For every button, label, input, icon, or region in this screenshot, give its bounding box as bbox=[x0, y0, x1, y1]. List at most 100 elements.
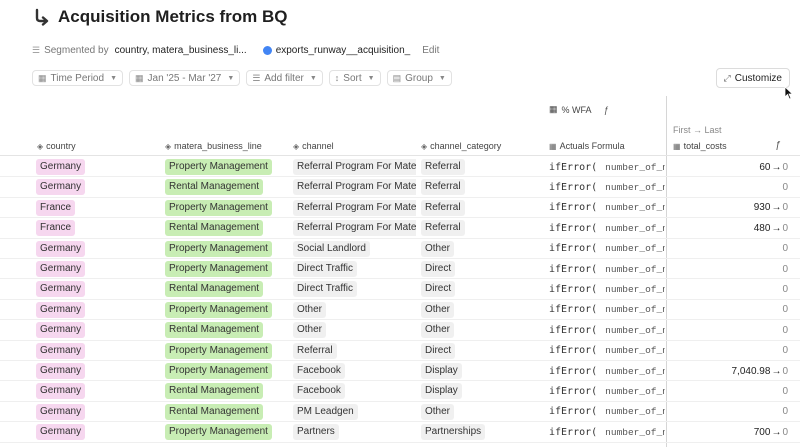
business-line-cell[interactable]: Rental Management bbox=[165, 218, 287, 238]
customize-button[interactable]: ⤢ Customize bbox=[715, 68, 790, 88]
total-costs-cell[interactable]: 700 → 0 bbox=[754, 422, 788, 442]
country-cell[interactable]: Germany bbox=[36, 341, 158, 361]
total-costs-cell[interactable]: 0 bbox=[782, 259, 788, 279]
business-line-cell[interactable]: Rental Management bbox=[165, 320, 287, 340]
total-costs-cell[interactable]: 0 bbox=[782, 300, 788, 320]
actuals-formula-cell[interactable]: ifError(number_of_new_ bbox=[549, 279, 665, 299]
channel-category-cell[interactable]: Other bbox=[421, 402, 541, 422]
country-cell[interactable]: France bbox=[36, 218, 158, 238]
channel-category-cell[interactable]: Referral bbox=[421, 198, 541, 218]
source-name[interactable]: exports_runway__acquisition_ bbox=[276, 45, 411, 56]
column-header-channel[interactable]: ◈ channel bbox=[293, 141, 334, 151]
total-costs-cell[interactable]: 0 bbox=[782, 177, 788, 197]
table-row[interactable]: Germany Rental Management Direct Traffic Di… bbox=[0, 279, 800, 300]
total-costs-cell[interactable]: 0 bbox=[782, 402, 788, 422]
column-header-business-line[interactable]: ◈ matera_business_line bbox=[165, 141, 262, 151]
country-cell[interactable]: Germany bbox=[36, 381, 158, 401]
country-cell[interactable]: Germany bbox=[36, 402, 158, 422]
table-row[interactable]: France Property Management Referral Progra… bbox=[0, 198, 800, 219]
column-header-channel-category[interactable]: ◈ channel_category bbox=[421, 141, 501, 151]
actuals-formula-cell[interactable]: ifError(number_of_new_ bbox=[549, 157, 665, 177]
group-button[interactable]: ▤ Group ▼ bbox=[386, 70, 452, 86]
actuals-formula-cell[interactable]: ifError(number_of_new_ bbox=[549, 341, 665, 361]
table-row[interactable]: Germany Property Management Other Other ifEr… bbox=[0, 300, 800, 321]
country-cell[interactable]: Germany bbox=[36, 157, 158, 177]
segmented-by-value[interactable]: country, matera_business_li... bbox=[115, 45, 247, 56]
country-cell[interactable]: Germany bbox=[36, 259, 158, 279]
date-range-button[interactable]: ▦ Jan '25 - Mar '27 ▼ bbox=[129, 70, 241, 86]
business-line-cell[interactable]: Property Management bbox=[165, 259, 287, 279]
country-cell[interactable]: Germany bbox=[36, 300, 158, 320]
table-row[interactable]: Germany Property Management Facebook Displa… bbox=[0, 361, 800, 382]
channel-category-cell[interactable]: Direct bbox=[421, 279, 541, 299]
country-cell[interactable]: Germany bbox=[36, 177, 158, 197]
channel-category-cell[interactable]: Other bbox=[421, 239, 541, 259]
channel-category-cell[interactable]: Partnerships bbox=[421, 422, 541, 442]
actuals-formula-cell[interactable]: ifError(number_of_new_ bbox=[549, 239, 665, 259]
time-period-button[interactable]: ▦ Time Period ▼ bbox=[32, 70, 123, 86]
channel-cell[interactable]: Social Landlord bbox=[293, 239, 416, 259]
channel-category-cell[interactable]: Display bbox=[421, 361, 541, 381]
business-line-cell[interactable]: Rental Management bbox=[165, 402, 287, 422]
table-row[interactable]: Germany Rental Management Other Other ifErro… bbox=[0, 320, 800, 341]
total-costs-cell[interactable]: 0 bbox=[782, 320, 788, 340]
channel-category-cell[interactable]: Display bbox=[421, 381, 541, 401]
actuals-formula-cell[interactable]: ifError(number_of_new_ bbox=[549, 320, 665, 340]
country-cell[interactable]: Germany bbox=[36, 422, 158, 442]
channel-cell[interactable]: Facebook bbox=[293, 381, 416, 401]
actuals-formula-cell[interactable]: ifError(number_of_new_ bbox=[549, 177, 665, 197]
total-costs-cell[interactable]: 480 → 0 bbox=[754, 218, 788, 238]
table-row[interactable]: Germany Rental Management PM Leadgen Other i… bbox=[0, 402, 800, 423]
total-costs-cell[interactable]: 930 → 0 bbox=[754, 198, 788, 218]
channel-cell[interactable]: Referral Program For Matera bbox=[293, 218, 416, 238]
sort-button[interactable]: ↕ Sort ▼ bbox=[328, 70, 381, 86]
channel-cell[interactable]: Referral bbox=[293, 341, 416, 361]
business-line-cell[interactable]: Property Management bbox=[165, 361, 287, 381]
channel-category-cell[interactable]: Direct bbox=[421, 259, 541, 279]
actuals-formula-cell[interactable]: ifError(number_of_new_ bbox=[549, 361, 665, 381]
actuals-formula-cell[interactable]: ifError(number_of_new_ bbox=[549, 300, 665, 320]
channel-cell[interactable]: Other bbox=[293, 320, 416, 340]
actuals-formula-cell[interactable]: ifError(number_of_new_ bbox=[549, 198, 665, 218]
business-line-cell[interactable]: Property Management bbox=[165, 239, 287, 259]
channel-category-cell[interactable]: Referral bbox=[421, 177, 541, 197]
channel-cell[interactable]: Other bbox=[293, 300, 416, 320]
country-cell[interactable]: France bbox=[36, 198, 158, 218]
channel-cell[interactable]: Direct Traffic bbox=[293, 279, 416, 299]
total-costs-cell[interactable]: 0 bbox=[782, 341, 788, 361]
business-line-cell[interactable]: Property Management bbox=[165, 422, 287, 442]
table-row[interactable]: Germany Rental Management Facebook Display i… bbox=[0, 381, 800, 402]
column-header-total-costs[interactable]: ▦ total_costs bbox=[673, 141, 727, 151]
country-cell[interactable]: Germany bbox=[36, 279, 158, 299]
actuals-formula-cell[interactable]: ifError(number_of_new_ bbox=[549, 218, 665, 238]
actuals-formula-cell[interactable]: ifError(number_of_new_ bbox=[549, 259, 665, 279]
channel-category-cell[interactable]: Other bbox=[421, 320, 541, 340]
channel-cell[interactable]: Facebook bbox=[293, 361, 416, 381]
channel-cell[interactable]: Partners bbox=[293, 422, 416, 442]
edit-link[interactable]: Edit bbox=[422, 45, 439, 56]
table-row[interactable]: Germany Property Management Social Landlor… bbox=[0, 239, 800, 259]
add-filter-button[interactable]: ☰ Add filter ▼ bbox=[246, 70, 323, 86]
channel-category-cell[interactable]: Referral bbox=[421, 157, 541, 177]
actuals-formula-cell[interactable]: ifError(number_of_new_ bbox=[549, 381, 665, 401]
business-line-cell[interactable]: Rental Management bbox=[165, 177, 287, 197]
channel-cell[interactable]: Referral Program For Matera bbox=[293, 198, 416, 218]
table-row[interactable]: Germany Property Management Referral Direct… bbox=[0, 341, 800, 361]
table-row[interactable]: Germany Property Management Partners Partne… bbox=[0, 422, 800, 443]
channel-cell[interactable]: PM Leadgen bbox=[293, 402, 416, 422]
channel-category-cell[interactable]: Other bbox=[421, 300, 541, 320]
total-costs-cell[interactable]: 7,040.98 → 0 bbox=[732, 361, 789, 381]
business-line-cell[interactable]: Property Management bbox=[165, 341, 287, 361]
channel-category-cell[interactable]: Direct bbox=[421, 341, 541, 361]
total-costs-cell[interactable]: 0 bbox=[782, 279, 788, 299]
channel-cell[interactable]: Referral Program For Matera bbox=[293, 157, 416, 177]
business-line-cell[interactable]: Property Management bbox=[165, 157, 287, 177]
country-cell[interactable]: Germany bbox=[36, 239, 158, 259]
business-line-cell[interactable]: Property Management bbox=[165, 198, 287, 218]
total-costs-cell[interactable]: 60 → 0 bbox=[759, 157, 788, 177]
channel-cell[interactable]: Direct Traffic bbox=[293, 259, 416, 279]
business-line-cell[interactable]: Property Management bbox=[165, 300, 287, 320]
column-header-actuals-formula[interactable]: ▦ Actuals Formula bbox=[549, 141, 625, 151]
table-row[interactable]: Germany Rental Management Referral Program… bbox=[0, 177, 800, 198]
country-cell[interactable]: Germany bbox=[36, 361, 158, 381]
